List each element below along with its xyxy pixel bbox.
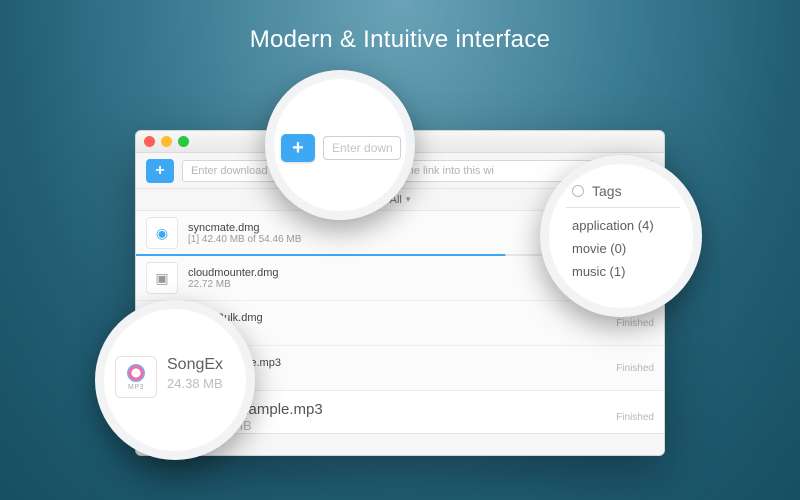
magnifier-song: MP3 SongEx 24.38 MB — [95, 300, 255, 460]
add-download-button[interactable]: + — [146, 159, 174, 183]
magnifier-tags: Tags application (4) movie (0) music (1) — [540, 155, 702, 317]
mp3-thumb-icon: MP3 — [115, 356, 157, 398]
hero-title: Modern & Intuitive interface — [0, 0, 800, 54]
tag-item[interactable]: application (4) — [548, 214, 694, 237]
url-input-zoom[interactable]: Enter down — [323, 136, 401, 160]
tag-item[interactable]: music (1) — [548, 260, 694, 283]
tags-header: Tags — [592, 183, 622, 199]
magnifier-add: + Enter down — [265, 70, 415, 220]
file-status: Finished — [616, 363, 654, 374]
tag-ring-icon — [572, 185, 584, 197]
disk-icon: ◉ — [146, 217, 178, 249]
file-status: Finished — [616, 318, 654, 329]
mp3-badge: MP3 — [128, 384, 144, 391]
minimize-icon[interactable] — [161, 136, 172, 147]
close-icon[interactable] — [144, 136, 155, 147]
zoom-icon[interactable] — [178, 136, 189, 147]
file-name: PhotoBulk.dmg — [188, 312, 606, 324]
divider — [566, 207, 680, 208]
chevron-down-icon: ▾ — [406, 194, 411, 205]
file-sub: 4.2 MB — [188, 324, 606, 335]
tag-item[interactable]: movie (0) — [548, 237, 694, 260]
song-title: SongEx — [167, 356, 223, 374]
file-sub: 24.38 MB — [196, 418, 606, 433]
disk-icon: ▣ — [146, 262, 178, 294]
add-download-button-zoom[interactable]: + — [281, 134, 315, 162]
song-size: 24.38 MB — [167, 376, 223, 391]
file-status: Finished — [616, 412, 654, 423]
file-name: SongExample.mp3 — [196, 401, 606, 418]
